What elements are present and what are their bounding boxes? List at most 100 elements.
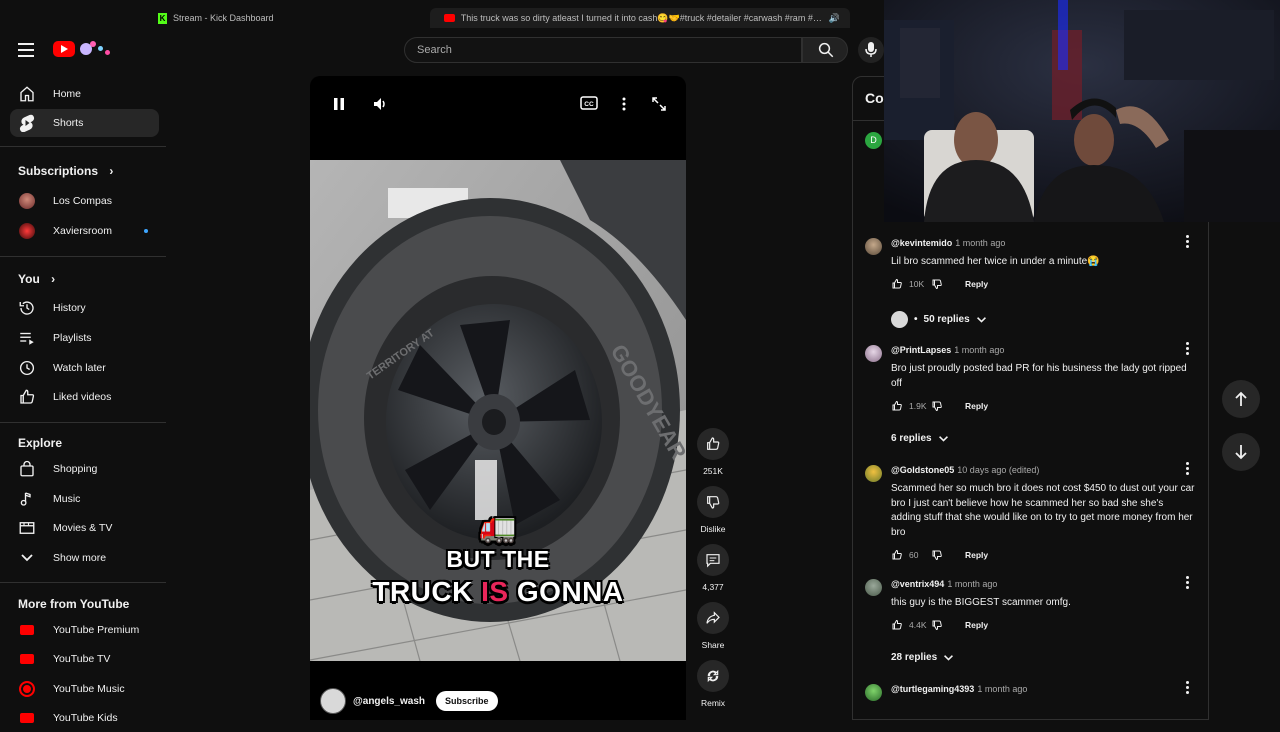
sidebar-item-xaviersroom[interactable]: Xaviersroom (10, 217, 159, 245)
sidebar-item-shorts[interactable]: Shorts (10, 109, 159, 137)
view-replies-button[interactable]: 28 replies (891, 652, 954, 663)
comments-button[interactable]: 4,377 (697, 544, 729, 592)
comment-avatar[interactable] (865, 579, 882, 596)
remix-label: Remix (700, 698, 726, 708)
sidebar-item-youtube-kids[interactable]: YouTube Kids (10, 704, 159, 732)
comment-time[interactable]: 1 month ago (955, 238, 1005, 248)
thumbs-down-icon[interactable] (931, 549, 943, 561)
remix-button[interactable]: Remix (697, 660, 729, 708)
voice-search-button[interactable] (858, 37, 884, 63)
sidebar-item-youtube-music[interactable]: YouTube Music (10, 675, 159, 703)
comment-avatar[interactable] (865, 238, 882, 255)
video-frame[interactable]: GOODYEAR TERRITORY AT 🚛 BUT THE TRUCK IS… (310, 160, 686, 661)
like-button[interactable]: 251K (697, 428, 729, 476)
comment-menu-icon[interactable] (1183, 342, 1191, 356)
closed-captions-icon: CC (580, 96, 598, 110)
sidebar-item-show-more[interactable]: Show more (10, 544, 159, 572)
browser-tab-kick[interactable]: K Stream - Kick Dashboard (158, 8, 418, 28)
sidebar-item-liked-videos[interactable]: Liked videos (10, 383, 159, 411)
view-replies-button[interactable]: 6 replies (891, 433, 949, 444)
sidebar-item-label: Shopping (53, 463, 98, 475)
new-content-dot (144, 229, 148, 233)
comment-author[interactable]: @Goldstone05 (891, 465, 954, 475)
thumbs-up-icon[interactable] (891, 278, 903, 290)
sidebar-item-label: Movies & TV (53, 522, 113, 534)
replies-count: 50 replies (923, 314, 970, 325)
comment-avatar[interactable] (865, 465, 882, 482)
search-button[interactable] (802, 37, 848, 63)
sidebar-item-los-compas[interactable]: Los Compas (10, 187, 159, 215)
comment-author[interactable]: @ventrix494 (891, 579, 944, 589)
comment-time[interactable]: 1 month ago (954, 345, 1004, 355)
explore-heading: Explore (18, 436, 63, 450)
fullscreen-button[interactable] (651, 96, 667, 115)
sidebar-item-playlists[interactable]: Playlists (10, 324, 159, 352)
youtube-logo[interactable] (53, 40, 112, 58)
comment-author[interactable]: @turtlegaming4393 (891, 684, 974, 694)
search-input[interactable]: Search (404, 37, 802, 63)
comment-author[interactable]: @kevintemido (891, 238, 952, 248)
comment-time[interactable]: 10 days ago (edited) (957, 465, 1039, 475)
sidebar-item-label: Watch later (53, 362, 106, 374)
more-from-youtube-heading: More from YouTube (18, 597, 130, 611)
sidebar: Home Shorts Subscriptions › Los Compas X… (0, 78, 166, 724)
comment-avatar[interactable] (865, 345, 882, 362)
thumbs-down-icon[interactable] (931, 278, 943, 290)
sidebar-item-watch-later[interactable]: Watch later (10, 354, 159, 382)
sidebar-item-history[interactable]: History (10, 294, 159, 322)
youtube-kids-icon (18, 709, 36, 727)
next-short-button[interactable] (1222, 433, 1260, 471)
sidebar-item-music[interactable]: Music (10, 485, 159, 513)
more-options-button[interactable] (621, 96, 627, 115)
sidebar-item-label: YouTube TV (53, 653, 111, 665)
comment-menu-icon[interactable] (1183, 235, 1191, 249)
pause-button[interactable] (332, 96, 346, 115)
sidebar-item-label: Show more (53, 552, 107, 564)
sidebar-item-shopping[interactable]: Shopping (10, 455, 159, 483)
menu-icon[interactable] (18, 43, 34, 57)
thumbs-up-icon[interactable] (891, 549, 903, 561)
comment-text: Scammed her so much bro it does not cost… (891, 483, 1195, 538)
subscriptions-heading[interactable]: Subscriptions › (18, 164, 113, 178)
volume-button[interactable] (372, 96, 388, 115)
reply-button[interactable]: Reply (965, 279, 988, 289)
channel-name[interactable]: @angels_wash (353, 696, 425, 707)
caption-word: GONNA (516, 576, 624, 607)
subscribe-button[interactable]: Subscribe (436, 691, 498, 711)
sidebar-item-youtube-premium[interactable]: YouTube Premium (10, 616, 159, 644)
microphone-icon (865, 42, 877, 57)
thumbs-up-icon[interactable] (891, 400, 903, 412)
comment-time[interactable]: 1 month ago (977, 684, 1027, 694)
share-button[interactable]: Share (697, 602, 729, 650)
chevron-right-icon: › (109, 164, 114, 178)
view-replies-button[interactable]: • 50 replies (891, 311, 987, 328)
comment-menu-icon[interactable] (1183, 462, 1191, 476)
thumbs-down-icon[interactable] (931, 619, 943, 631)
reply-button[interactable]: Reply (965, 620, 988, 630)
sidebar-item-home[interactable]: Home (10, 80, 159, 108)
shorts-player[interactable]: CC GOODYEAR TERRITORY AT 🚛 BUT THE TRUCK… (310, 76, 686, 720)
arrow-up-icon (1235, 391, 1247, 406)
thumbs-up-icon[interactable] (891, 619, 903, 631)
audio-playing-icon[interactable]: 🔊 (829, 13, 840, 24)
channel-avatar[interactable] (320, 688, 346, 714)
captions-button[interactable]: CC (580, 96, 598, 113)
comment-menu-icon[interactable] (1183, 681, 1191, 695)
sidebar-item-youtube-tv[interactable]: YouTube TV (10, 645, 159, 673)
previous-short-button[interactable] (1222, 380, 1260, 418)
reply-button[interactable]: Reply (965, 401, 988, 411)
you-heading[interactable]: You › (18, 272, 55, 286)
reply-button[interactable]: Reply (965, 550, 988, 560)
comment-menu-icon[interactable] (1183, 576, 1191, 590)
comment-icon (706, 554, 720, 568)
browser-tab-youtube[interactable]: This truck was so dirty atleast I turned… (430, 8, 850, 28)
thumbs-down-icon[interactable] (931, 400, 943, 412)
creator-reply-avatar (891, 311, 908, 328)
comment-avatar[interactable] (865, 684, 882, 701)
sidebar-item-label: Music (53, 493, 81, 505)
comment-time[interactable]: 1 month ago (947, 579, 997, 589)
sidebar-item-movies-tv[interactable]: Movies & TV (10, 514, 159, 542)
dislike-button[interactable]: Dislike (697, 486, 729, 534)
dislike-label: Dislike (700, 524, 726, 534)
comment-author[interactable]: @PrintLapses (891, 345, 951, 355)
